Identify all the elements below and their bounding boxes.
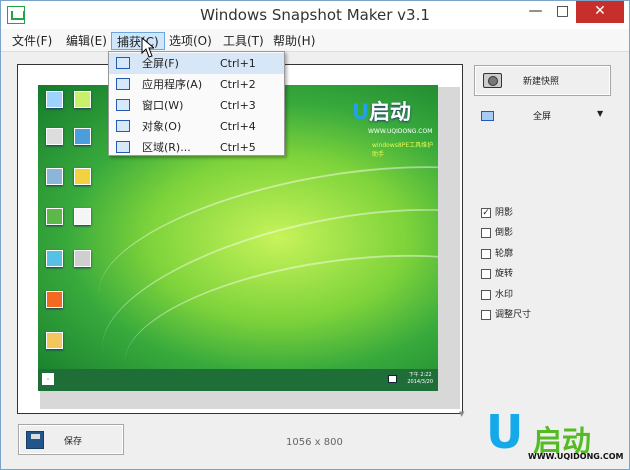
desktop-icon bbox=[42, 291, 66, 310]
uqidong-logo: U 启动 WWW.UQIDONG.COM bbox=[486, 405, 624, 461]
capture-object-item[interactable]: 对象(O) Ctrl+4 bbox=[109, 116, 284, 137]
minimize-button[interactable]: — bbox=[522, 1, 549, 23]
desktop-icon bbox=[42, 128, 66, 147]
desktop-icon bbox=[70, 208, 94, 227]
image-size: 1056 x 800 bbox=[286, 437, 343, 448]
capture-application-item[interactable]: 应用程序(A) Ctrl+2 bbox=[109, 74, 284, 95]
capture-region-item[interactable]: 区域(R)... Ctrl+5 bbox=[109, 137, 284, 158]
menu-file[interactable]: 文件(F) bbox=[7, 32, 57, 50]
watermark-checkbox[interactable] bbox=[481, 290, 491, 300]
desktop-icon bbox=[42, 168, 66, 187]
resize-grip-icon[interactable]: ▼ bbox=[459, 410, 464, 418]
capture-window-item[interactable]: 窗口(W) Ctrl+3 bbox=[109, 95, 284, 116]
shadow-label: 阴影 bbox=[495, 208, 514, 218]
menu-edit[interactable]: 编辑(E) bbox=[61, 32, 112, 50]
menu-capture[interactable]: 捕获(C) bbox=[111, 32, 165, 50]
capture-mode-select[interactable]: 全屏 bbox=[533, 109, 551, 122]
new-snapshot-button[interactable]: 新建快照 bbox=[474, 65, 611, 96]
desktop-icon bbox=[42, 91, 66, 110]
desktop-brand-note: windows8PE工具维护助手 bbox=[372, 142, 434, 158]
region-crop-icon bbox=[116, 141, 130, 153]
reflection-checkbox[interactable] bbox=[481, 228, 491, 238]
desktop-icon bbox=[70, 91, 94, 110]
menu-tools[interactable]: 工具(T) bbox=[218, 32, 269, 50]
window-icon bbox=[116, 99, 130, 111]
desktop-brand-url: WWW.UQIDONG.COM bbox=[368, 128, 433, 135]
resize-checkbox[interactable] bbox=[481, 310, 491, 320]
desktop-icon bbox=[70, 128, 94, 147]
rotate-label: 旋转 bbox=[495, 269, 514, 279]
watermark-label: 水印 bbox=[495, 290, 514, 300]
reflection-label: 倒影 bbox=[495, 228, 514, 238]
menu-bar: 文件(F) 编辑(E) 捕获(C) 选项(O) 工具(T) 帮助(H) bbox=[1, 29, 629, 52]
desktop-brand-logo: U启动 bbox=[352, 100, 412, 124]
maximize-button[interactable]: □ bbox=[549, 1, 576, 23]
dropdown-arrow-icon[interactable]: ▼ bbox=[597, 109, 603, 118]
windows-start-icon bbox=[42, 373, 54, 385]
application-window-icon bbox=[116, 78, 130, 90]
fullscreen-icon bbox=[116, 57, 130, 69]
close-button[interactable]: ✕ bbox=[576, 1, 624, 23]
desktop-taskbar: 下午 2:22 2014/3/20 bbox=[38, 369, 438, 391]
desktop-clock: 下午 2:22 2014/3/20 bbox=[407, 372, 433, 385]
menu-options[interactable]: 选项(O) bbox=[164, 32, 217, 50]
fullscreen-mode-icon bbox=[481, 111, 494, 121]
save-button[interactable]: 保存 bbox=[18, 424, 124, 455]
object-selection-icon bbox=[116, 120, 130, 132]
title-bar[interactable]: Windows Snapshot Maker v3.1 — □ ✕ bbox=[1, 1, 629, 29]
desktop-icon bbox=[70, 250, 94, 269]
rotate-checkbox[interactable] bbox=[481, 269, 491, 279]
resize-label: 调整尺寸 bbox=[495, 310, 532, 320]
desktop-icon bbox=[42, 250, 66, 269]
desktop-icon bbox=[42, 332, 66, 351]
shadow-checkbox[interactable]: ✓ bbox=[481, 208, 491, 218]
tray-icon bbox=[388, 375, 397, 383]
mouse-cursor-icon bbox=[141, 37, 154, 58]
capture-fullscreen-item[interactable]: 全屏(F) Ctrl+1 bbox=[109, 53, 284, 74]
outline-label: 轮廓 bbox=[495, 249, 514, 259]
menu-help[interactable]: 帮助(H) bbox=[268, 32, 320, 50]
save-floppy-icon bbox=[26, 431, 44, 449]
capture-dropdown-menu: 全屏(F) Ctrl+1 应用程序(A) Ctrl+2 窗口(W) Ctrl+3 对象… bbox=[108, 51, 285, 156]
desktop-icon bbox=[70, 168, 94, 187]
desktop-icon bbox=[42, 208, 66, 227]
outline-checkbox[interactable] bbox=[481, 249, 491, 259]
camera-icon bbox=[483, 73, 502, 88]
main-window: Windows Snapshot Maker v3.1 — □ ✕ 文件(F) … bbox=[0, 0, 630, 470]
